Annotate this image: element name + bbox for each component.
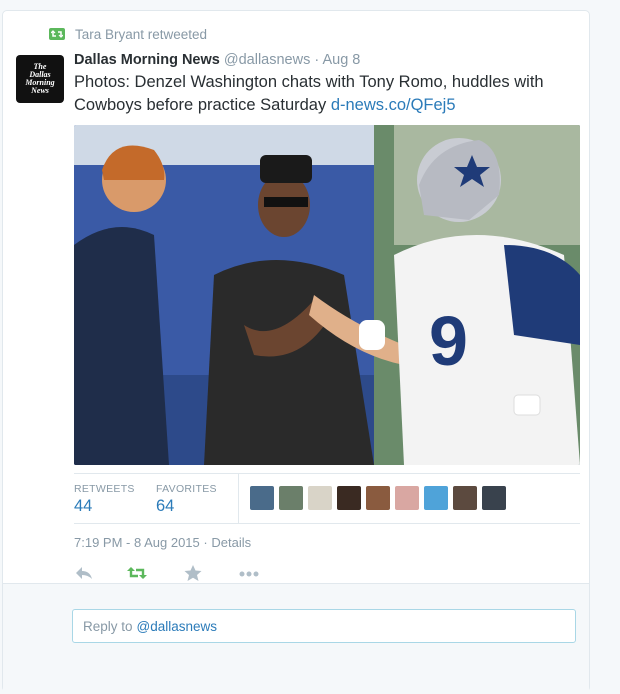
avatar-logo: The Dallas Morning News [25, 62, 55, 95]
favoriter-avatar[interactable] [337, 486, 361, 510]
tweet-body: Photos: Denzel Washington chats with Ton… [74, 73, 544, 114]
more-icon[interactable] [238, 565, 260, 585]
retweets-label[interactable]: RETWEETS [74, 483, 135, 495]
tweet-header: Dallas Morning News @dallasnews · Aug 8 [74, 52, 360, 68]
favoriter-avatar[interactable] [250, 486, 274, 510]
svg-text:9: 9 [429, 302, 468, 380]
reply-prefix: Reply to [83, 618, 133, 634]
tweet-date[interactable]: Aug 8 [322, 52, 360, 68]
favoriter-avatar[interactable] [482, 486, 506, 510]
author-name[interactable]: Dallas Morning News [74, 52, 220, 68]
favoriter-avatar[interactable] [366, 486, 390, 510]
favoriter-avatar[interactable] [395, 486, 419, 510]
tweet-timestamp: 7:19 PM - 8 Aug 2015 · Details [74, 535, 251, 550]
page-margin [590, 0, 620, 647]
favoriter-avatar[interactable] [308, 486, 332, 510]
retweeted-by-text[interactable]: Tara Bryant retweeted [75, 27, 207, 42]
reply-area: Reply to @dallasnews [3, 583, 589, 694]
photo-image: 9 [74, 125, 580, 465]
tweet-photo[interactable]: 9 [74, 125, 580, 465]
stats-divider [238, 474, 239, 523]
tweet-stats: RETWEETS 44 FAVORITES 64 [74, 473, 580, 524]
favorites-label[interactable]: FAVORITES [156, 483, 217, 495]
retweet-icon[interactable] [126, 565, 148, 585]
favoriter-avatar[interactable] [279, 486, 303, 510]
tweet-card: Tara Bryant retweeted The Dallas Morning… [2, 10, 590, 694]
details-link[interactable]: Details [211, 535, 251, 550]
reply-icon[interactable] [74, 565, 96, 585]
timestamp-time: 7:19 PM - 8 Aug 2015 [74, 535, 200, 550]
favorites-count[interactable]: 64 [156, 497, 174, 516]
avatar[interactable]: The Dallas Morning News [16, 55, 64, 103]
retweets-count[interactable]: 44 [74, 497, 92, 516]
tweet-link[interactable]: d-news.co/QFej5 [331, 96, 456, 114]
retweet-context: Tara Bryant retweeted [49, 24, 207, 44]
favoriter-avatar[interactable] [453, 486, 477, 510]
header-separator: · [314, 52, 320, 68]
favoriter-avatar[interactable] [424, 486, 448, 510]
favoriter-avatars [250, 486, 511, 510]
reply-handle: @dallasnews [136, 618, 218, 634]
author-handle[interactable]: @dallasnews [224, 52, 310, 68]
retweet-badge-icon [49, 28, 65, 40]
reply-input[interactable]: Reply to @dallasnews [72, 609, 576, 643]
tweet-text: Photos: Denzel Washington chats with Ton… [74, 71, 574, 117]
timestamp-separator: · [203, 535, 208, 550]
star-icon[interactable] [184, 565, 206, 585]
